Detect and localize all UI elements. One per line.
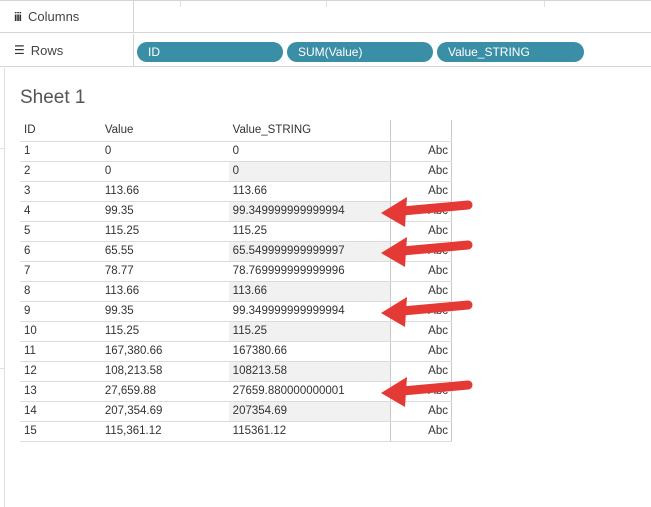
rows-shelf-text: Rows xyxy=(30,42,64,58)
table-row[interactable]: 11 167,380.66 167380.66 Abc xyxy=(20,341,452,362)
header-value[interactable]: Value xyxy=(100,120,229,142)
cell-value-string[interactable]: 108213.58 xyxy=(228,361,392,382)
header-value-string[interactable]: Value_STRING xyxy=(228,120,392,142)
header-id[interactable]: ID xyxy=(20,120,101,142)
cell-mark-abc[interactable]: Abc xyxy=(390,261,452,282)
cell-mark-abc[interactable]: Abc xyxy=(390,201,452,222)
cell-value[interactable]: 115.25 xyxy=(100,221,229,242)
cell-value[interactable]: 0 xyxy=(100,161,229,182)
cell-value-string[interactable]: 0 xyxy=(228,161,392,182)
cell-value[interactable]: 27,659.88 xyxy=(100,381,229,402)
cell-value-string[interactable]: 27659.880000000001 xyxy=(228,381,392,402)
cell-mark-abc[interactable]: Abc xyxy=(390,421,452,442)
columns-shelf-label: iii Columns xyxy=(0,1,134,32)
cell-value-string[interactable]: 99.349999999999994 xyxy=(228,201,392,222)
rows-drop-zone[interactable]: ID SUM(Value) Value_STRING xyxy=(135,34,651,66)
cell-value[interactable]: 115,361.12 xyxy=(100,421,229,442)
cell-value[interactable]: 99.35 xyxy=(100,201,229,222)
cell-value[interactable]: 0 xyxy=(100,141,229,162)
table-row[interactable]: 4 99.35 99.349999999999994 Abc xyxy=(20,201,452,222)
cell-id[interactable]: 1 xyxy=(20,141,101,162)
cell-value[interactable]: 207,354.69 xyxy=(100,401,229,422)
rows-shelf[interactable]: ☰ Rows ID SUM(Value) Value_STRING xyxy=(0,34,651,67)
rows-shelf-label: ☰ Rows xyxy=(0,34,134,66)
table-row[interactable]: 12 108,213.58 108213.58 Abc xyxy=(20,361,452,382)
table-row[interactable]: 7 78.77 78.769999999999996 Abc xyxy=(20,261,452,282)
cell-value-string[interactable]: 78.769999999999996 xyxy=(228,261,392,282)
cell-id[interactable]: 15 xyxy=(20,421,101,442)
table-row[interactable]: 6 65.55 65.549999999999997 Abc xyxy=(20,241,452,262)
cell-value-string[interactable]: 167380.66 xyxy=(228,341,392,362)
cell-value[interactable]: 113.66 xyxy=(100,281,229,302)
table-row[interactable]: 9 99.35 99.349999999999994 Abc xyxy=(20,301,452,322)
columns-shelf[interactable]: iii Columns xyxy=(0,0,651,33)
cell-value-string[interactable]: 113.66 xyxy=(228,181,392,202)
cell-value[interactable]: 65.55 xyxy=(100,241,229,262)
cell-mark-abc[interactable]: Abc xyxy=(390,241,452,262)
rows-shelf-icon: ☰ xyxy=(14,43,25,57)
table-row[interactable]: 15 115,361.12 115361.12 Abc xyxy=(20,421,452,442)
cell-value[interactable]: 78.77 xyxy=(100,261,229,282)
cell-mark-abc[interactable]: Abc xyxy=(390,361,452,382)
cell-value-string[interactable]: 115.25 xyxy=(228,221,392,242)
cell-value[interactable]: 167,380.66 xyxy=(100,341,229,362)
cell-mark-abc[interactable]: Abc xyxy=(390,161,452,182)
cell-id[interactable]: 8 xyxy=(20,281,101,302)
cell-mark-abc[interactable]: Abc xyxy=(390,381,452,402)
cell-mark-abc[interactable]: Abc xyxy=(390,181,452,202)
table-row[interactable]: 3 113.66 113.66 Abc xyxy=(20,181,452,202)
table-row[interactable]: 2 0 0 Abc xyxy=(20,161,452,182)
columns-shelf-icon: iii xyxy=(14,9,22,24)
table-row[interactable]: 13 27,659.88 27659.880000000001 Abc xyxy=(20,381,452,402)
rows-pill-id[interactable]: ID xyxy=(137,42,283,62)
cell-value-string[interactable]: 99.349999999999994 xyxy=(228,301,392,322)
cell-id[interactable]: 10 xyxy=(20,321,101,342)
cell-id[interactable]: 12 xyxy=(20,361,101,382)
cell-value[interactable]: 108,213.58 xyxy=(100,361,229,382)
view-table: ID Value Value_STRING 1 0 0 Abc 2 0 0 Abc 3 113.6… xyxy=(20,120,452,442)
cell-value-string[interactable]: 0 xyxy=(228,141,392,162)
cell-mark-abc[interactable]: Abc xyxy=(390,221,452,242)
cell-id[interactable]: 7 xyxy=(20,261,101,282)
cell-value-string[interactable]: 113.66 xyxy=(228,281,392,302)
cell-mark-abc[interactable]: Abc xyxy=(390,301,452,322)
columns-drop-zone[interactable] xyxy=(135,1,651,32)
cell-id[interactable]: 2 xyxy=(20,161,101,182)
table-row[interactable]: 10 115.25 115.25 Abc xyxy=(20,321,452,342)
cell-mark-abc[interactable]: Abc xyxy=(390,321,452,342)
cell-id[interactable]: 13 xyxy=(20,381,101,402)
cell-id[interactable]: 11 xyxy=(20,341,101,362)
rows-pill-sum-value[interactable]: SUM(Value) xyxy=(287,42,433,62)
cell-mark-abc[interactable]: Abc xyxy=(390,281,452,302)
table-body: 1 0 0 Abc 2 0 0 Abc 3 113.66 113.66 Abc 4 99.35 99.349… xyxy=(20,141,452,442)
cell-value-string[interactable]: 207354.69 xyxy=(228,401,392,422)
cell-value-string[interactable]: 115.25 xyxy=(228,321,392,342)
cell-mark-abc[interactable]: Abc xyxy=(390,401,452,422)
table-row[interactable]: 5 115.25 115.25 Abc xyxy=(20,221,452,242)
cell-id[interactable]: 14 xyxy=(20,401,101,422)
table-row[interactable]: 8 113.66 113.66 Abc xyxy=(20,281,452,302)
header-marks xyxy=(390,120,452,142)
cell-id[interactable]: 4 xyxy=(20,201,101,222)
cell-id[interactable]: 5 xyxy=(20,221,101,242)
cell-id[interactable]: 9 xyxy=(20,301,101,322)
sheet-title: Sheet 1 xyxy=(20,87,86,108)
cell-value[interactable]: 115.25 xyxy=(100,321,229,342)
cell-value-string[interactable]: 115361.12 xyxy=(228,421,392,442)
table-row[interactable]: 1 0 0 Abc xyxy=(20,141,452,162)
cell-mark-abc[interactable]: Abc xyxy=(390,141,452,162)
columns-shelf-text: Columns xyxy=(28,9,80,24)
cell-value-string[interactable]: 65.549999999999997 xyxy=(228,241,392,262)
cell-id[interactable]: 6 xyxy=(20,241,101,262)
cell-value[interactable]: 113.66 xyxy=(100,181,229,202)
cell-value[interactable]: 99.35 xyxy=(100,301,229,322)
cell-id[interactable]: 3 xyxy=(20,181,101,202)
table-row[interactable]: 14 207,354.69 207354.69 Abc xyxy=(20,401,452,422)
rows-pill-value-string[interactable]: Value_STRING xyxy=(437,42,584,62)
table-header-row: ID Value Value_STRING xyxy=(20,120,452,142)
left-panel-edge xyxy=(0,68,5,507)
cell-mark-abc[interactable]: Abc xyxy=(390,341,452,362)
